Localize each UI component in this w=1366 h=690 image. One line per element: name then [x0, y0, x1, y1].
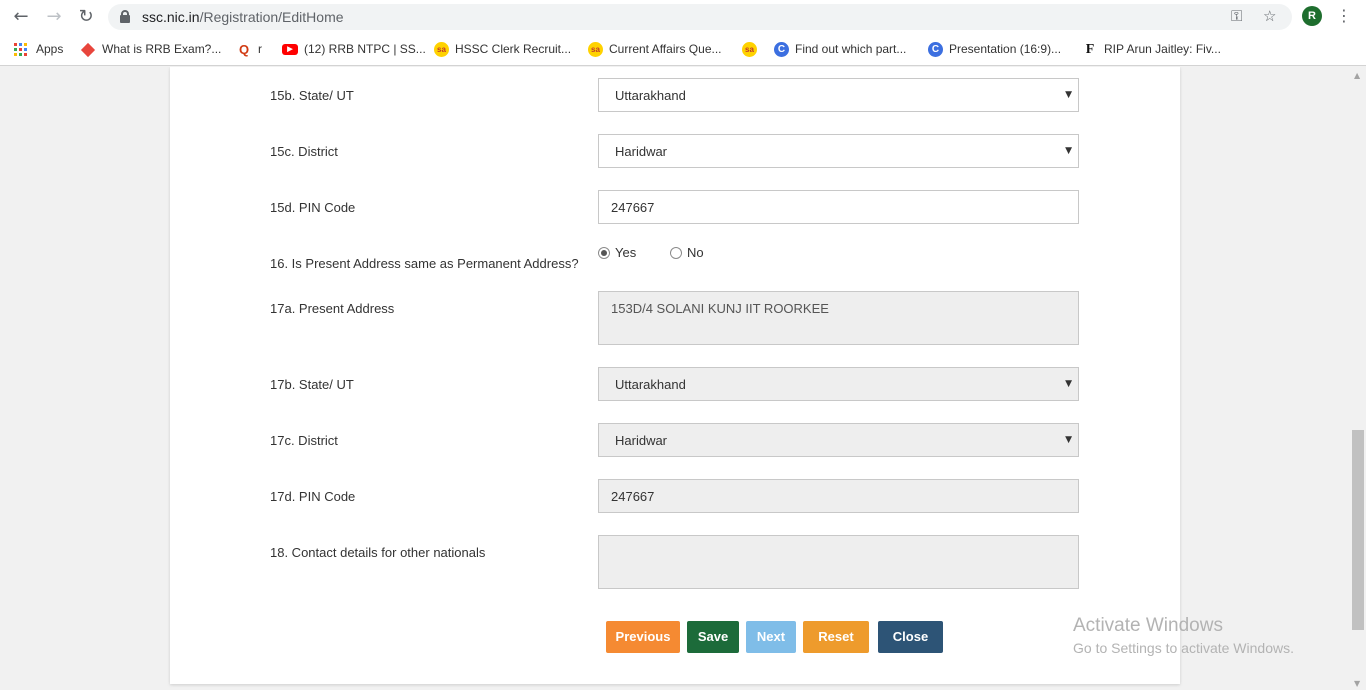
district-15c-value: Haridwar — [615, 144, 668, 159]
bookmark-youtube[interactable]: ▶ (12) RRB NTPC | SS... — [282, 41, 426, 57]
same-address-label: 16. Is Present Address same as Permanent… — [270, 256, 579, 271]
bookmark-rrb-exam[interactable]: What is RRB Exam?... — [80, 41, 221, 57]
url-text[interactable]: ssc.nic.in/Registration/EditHome — [142, 9, 344, 25]
pin-17d-label: 17d. PIN Code — [270, 489, 356, 504]
caret-down-icon: ▼ — [1065, 90, 1072, 100]
caret-down-icon: ▼ — [1065, 146, 1072, 156]
district-17c-value: Haridwar — [615, 433, 668, 448]
bookmark-apps[interactable]: Apps — [14, 41, 63, 57]
q-icon: Q — [238, 41, 250, 57]
district-17c-label: 17c. District — [270, 433, 338, 448]
bookmark-hssc[interactable]: sa HSSC Clerk Recruit... — [434, 41, 572, 58]
address-bar[interactable]: ssc.nic.in/Registration/EditHome ⚿ ☆ — [108, 4, 1292, 30]
url-path: /Registration/EditHome — [199, 9, 344, 25]
contact-details-textarea[interactable] — [598, 535, 1079, 589]
scroll-up-arrow-icon[interactable]: ▲ — [1354, 71, 1360, 80]
lock-icon — [120, 10, 130, 23]
pin-15d-input[interactable]: 247667 — [598, 190, 1079, 224]
pin-17d-input[interactable]: 247667 — [598, 479, 1079, 513]
bookmark-label: Current Affairs Que... — [609, 42, 722, 56]
bookmark-label: HSSC Clerk Recruit... — [455, 42, 572, 56]
bookmark-quora[interactable]: Qr — [236, 41, 262, 57]
present-address-label: 17a. Present Address — [270, 301, 395, 316]
page-scrollbar[interactable]: ▲ ▼ — [1350, 67, 1366, 690]
key-icon[interactable]: ⚿ — [1231, 7, 1242, 25]
bookmark-label: (12) RRB NTPC | SS... — [304, 42, 426, 56]
contact-details-label: 18. Contact details for other nationals — [270, 545, 486, 560]
f-icon: F — [1085, 41, 1095, 57]
next-button[interactable]: Next — [746, 621, 796, 653]
sa-icon: sa — [742, 42, 757, 58]
state-15b-select[interactable]: Uttarakhand ▼ — [598, 78, 1079, 112]
district-15c-label: 15c. District — [270, 144, 338, 159]
browser-toolbar: ← → ↻ ssc.nic.in/Registration/EditHome ⚿… — [0, 0, 1366, 33]
present-address-textarea[interactable]: 153D/4 SOLANI KUNJ IIT ROORKEE — [598, 291, 1079, 345]
present-address-value: 153D/4 SOLANI KUNJ IIT ROORKEE — [611, 301, 829, 316]
radio-yes[interactable]: Yes — [598, 245, 636, 260]
forward-arrow-icon[interactable]: → — [43, 6, 65, 28]
bookmark-label: Find out which part... — [795, 42, 907, 56]
bookmark-current-affairs[interactable]: sa Current Affairs Que... — [588, 41, 722, 58]
canva-icon: C — [774, 42, 789, 58]
reset-button[interactable]: Reset — [803, 621, 869, 653]
pin-15d-label: 15d. PIN Code — [270, 200, 356, 215]
bookmark-find-out[interactable]: C Find out which part... — [774, 41, 907, 58]
radio-no-label: No — [687, 245, 704, 260]
close-button[interactable]: Close — [878, 621, 943, 653]
reload-icon[interactable]: ↻ — [75, 6, 97, 28]
radio-no-circle[interactable] — [670, 247, 682, 259]
bookmark-label: What is RRB Exam?... — [102, 42, 222, 56]
save-button[interactable]: Save — [687, 621, 739, 653]
sa-icon: sa — [588, 42, 603, 58]
apps-grid-icon — [14, 42, 28, 57]
previous-button[interactable]: Previous — [606, 621, 680, 653]
bookmark-rip-arun-jaitley[interactable]: F RIP Arun Jaitley: Fiv... — [1082, 41, 1221, 57]
star-icon[interactable]: ☆ — [1263, 7, 1276, 25]
caret-down-icon: ▼ — [1065, 435, 1072, 445]
back-arrow-icon[interactable]: ← — [10, 6, 32, 28]
state-15b-label: 15b. State/ UT — [270, 88, 354, 103]
scroll-thumb[interactable] — [1352, 430, 1364, 630]
kebab-menu-icon[interactable]: ⋮ — [1336, 6, 1352, 26]
activate-windows-subtitle: Go to Settings to activate Windows. — [1073, 640, 1294, 656]
district-17c-select[interactable]: Haridwar ▼ — [598, 423, 1079, 457]
bookmarks-bar: Apps What is RRB Exam?... Qr ▶ (12) RRB N… — [0, 33, 1366, 66]
sa-icon: sa — [434, 42, 449, 58]
url-host: ssc.nic.in — [142, 9, 200, 25]
bookmark-label: RIP Arun Jaitley: Fiv... — [1104, 42, 1221, 56]
state-15b-value: Uttarakhand — [615, 88, 686, 103]
bookmark-label: Apps — [36, 42, 64, 56]
bookmark-sa[interactable]: sa — [742, 41, 763, 58]
page-viewport: 15b. State/ UT Uttarakhand ▼ 15c. Distri… — [0, 67, 1350, 690]
pin-15d-value: 247667 — [611, 200, 655, 215]
state-17b-label: 17b. State/ UT — [270, 377, 354, 392]
district-15c-select[interactable]: Haridwar ▼ — [598, 134, 1079, 168]
avatar[interactable]: R — [1302, 6, 1322, 26]
caret-down-icon: ▼ — [1065, 379, 1072, 389]
pin-17d-value: 247667 — [611, 489, 655, 504]
state-17b-select[interactable]: Uttarakhand ▼ — [598, 367, 1079, 401]
bookmark-label: r — [258, 42, 262, 56]
canva-icon: C — [928, 42, 943, 58]
radio-yes-circle[interactable] — [598, 247, 610, 259]
radio-no[interactable]: No — [670, 245, 704, 260]
activate-windows-title: Activate Windows — [1073, 615, 1223, 636]
state-17b-value: Uttarakhand — [615, 377, 686, 392]
bookmark-label: Presentation (16:9)... — [949, 42, 1062, 56]
youtube-icon: ▶ — [282, 44, 298, 56]
radio-yes-label: Yes — [615, 245, 637, 260]
diamond-icon — [80, 42, 96, 57]
scroll-down-arrow-icon[interactable]: ▼ — [1354, 679, 1360, 688]
bookmark-presentation[interactable]: C Presentation (16:9)... — [928, 41, 1062, 58]
